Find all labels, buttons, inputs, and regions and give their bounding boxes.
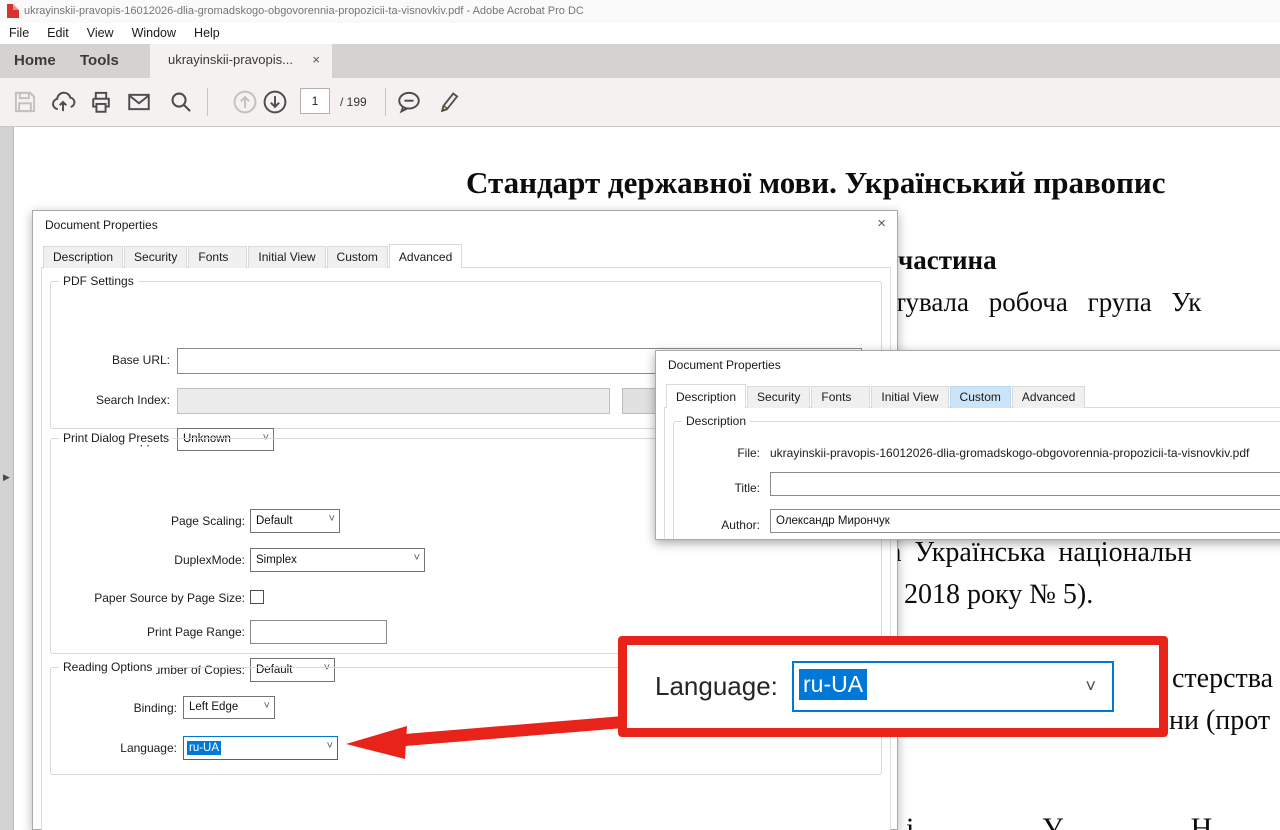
file-value: ukrayinskii-pravopis-16012026-dlia-groma…: [770, 446, 1249, 460]
page-number-input[interactable]: 1: [300, 88, 330, 114]
callout-language-combobox[interactable]: ru-UA ˅: [792, 661, 1114, 712]
app-tab-bar: Home Tools ukrayinskii-pravopis... ×: [0, 44, 1280, 78]
previous-page-icon[interactable]: [232, 89, 258, 115]
menu-bar: FileEditViewWindowHelp: [0, 23, 1280, 44]
tab-description[interactable]: Description: [43, 246, 123, 268]
group-legend: Reading Options: [59, 660, 156, 674]
menu-view[interactable]: View: [78, 26, 123, 40]
pdf-text-fragment: частина: [898, 245, 997, 276]
base-url-label: Base URL:: [42, 353, 170, 367]
tab-document[interactable]: ukrayinskii-pravopis... ×: [150, 44, 332, 78]
author-label: Author:: [665, 518, 760, 532]
binding-dropdown[interactable]: Left Edge ˅: [183, 696, 275, 719]
binding-label: Binding:: [42, 701, 177, 715]
duplex-value: Simplex: [256, 554, 297, 566]
search-index-input: [177, 388, 610, 414]
chevron-down-icon: ˅: [327, 735, 333, 757]
window-title: ukrayinskii-pravopis-16012026-dlia-groma…: [24, 5, 584, 17]
pdf-heading: Стандарт державної мови. Український пра…: [466, 165, 1165, 201]
toolbar-separator: [385, 88, 386, 116]
menu-window[interactable]: Window: [123, 26, 185, 40]
dialog-title: Document Properties: [668, 358, 781, 372]
language-combobox[interactable]: ru-UA ˅: [183, 736, 338, 760]
acrobat-pdf-icon: [7, 4, 19, 18]
language-label: Language:: [42, 741, 177, 755]
search-icon[interactable]: [168, 89, 194, 115]
pdf-text-fragment: а Українська національн: [889, 537, 1192, 569]
next-page-icon[interactable]: [262, 89, 288, 115]
page-scaling-value: Default: [256, 515, 292, 527]
share-upload-icon[interactable]: [50, 89, 76, 115]
pdf-text-fragment: тувала робоча група Ук: [894, 287, 1201, 318]
menu-edit[interactable]: Edit: [38, 26, 78, 40]
email-icon[interactable]: [126, 89, 152, 115]
language-selected-value: ru-UA: [187, 741, 221, 755]
save-icon[interactable]: [12, 89, 38, 115]
tab-fonts[interactable]: Fonts: [188, 246, 247, 268]
tab-tools[interactable]: Tools: [80, 44, 119, 78]
chevron-down-icon: ˅: [1085, 676, 1096, 697]
close-tab-icon[interactable]: ×: [312, 52, 320, 67]
callout-language-value: ru-UA: [799, 669, 867, 700]
author-input[interactable]: Олександр Мирончук: [770, 509, 1280, 533]
tab-initial-view[interactable]: Initial View: [248, 246, 325, 268]
print-range-input[interactable]: [250, 620, 387, 644]
tab-custom[interactable]: Custom: [950, 386, 1011, 408]
toolbar-separator: [207, 88, 208, 116]
chevron-down-icon: ˅: [414, 547, 420, 569]
duplex-dropdown[interactable]: Simplex ˅: [250, 548, 425, 572]
page-count-label: / 199: [340, 95, 367, 109]
menu-help[interactable]: Help: [185, 26, 229, 40]
tab-fonts[interactable]: Fonts: [811, 386, 870, 408]
tab-advanced[interactable]: Advanced: [389, 244, 462, 268]
print-icon[interactable]: [88, 89, 114, 115]
file-label: File:: [665, 446, 760, 460]
close-dialog-icon[interactable]: ×: [877, 215, 886, 232]
search-index-label: Search Index:: [42, 393, 170, 407]
tab-security[interactable]: Security: [124, 246, 187, 268]
pdf-text-fragment: і У Н: [906, 812, 1212, 830]
comment-icon[interactable]: [396, 89, 422, 115]
tab-initial-view[interactable]: Initial View: [871, 386, 948, 408]
acrobat-window: ukrayinskii-pravopis-16012026-dlia-groma…: [0, 0, 1280, 830]
tab-security[interactable]: Security: [747, 386, 810, 408]
quick-toolbar: 1 / 199: [0, 78, 1280, 127]
group-legend: PDF Settings: [59, 274, 138, 288]
menu-file[interactable]: File: [0, 26, 38, 40]
chevron-down-icon: ˅: [264, 695, 270, 716]
dialog-title: Document Properties: [45, 218, 158, 232]
document-properties-dialog-description: Document Properties Description Security…: [655, 350, 1280, 540]
tab-home[interactable]: Home: [14, 44, 56, 78]
group-legend: Print Dialog Presets: [59, 431, 173, 445]
page-scaling-dropdown[interactable]: Default ˅: [250, 509, 340, 533]
paper-source-label: Paper Source by Page Size:: [42, 591, 245, 605]
title-input[interactable]: [770, 472, 1280, 496]
dialog-panel: Description File: ukrayinskii-pravopis-1…: [664, 407, 1280, 540]
duplex-label: DuplexMode:: [42, 553, 245, 567]
chevron-down-icon: ˅: [329, 508, 335, 530]
binding-value: Left Edge: [189, 701, 238, 713]
pdf-text-fragment: стерства: [1172, 663, 1273, 695]
language-highlight-callout: Language: ru-UA ˅: [618, 636, 1168, 737]
group-legend: Description: [682, 414, 750, 428]
pdf-text-fragment: ни (прот: [1169, 705, 1270, 737]
tab-description[interactable]: Description: [666, 384, 746, 408]
pdf-text-fragment: 2018 року № 5).: [904, 579, 1093, 611]
dialog-tabstrip: Description Security Fonts Initial View …: [666, 386, 1086, 408]
dialog-tabstrip: Description Security Fonts Initial View …: [43, 246, 463, 268]
callout-language-label: Language:: [655, 671, 778, 702]
document-area: ▶ Стандарт державної мови. Український п…: [0, 127, 1280, 830]
page-scaling-label: Page Scaling:: [42, 514, 245, 528]
paper-source-checkbox[interactable]: [250, 590, 264, 604]
tab-custom[interactable]: Custom: [327, 246, 388, 268]
title-label: Title:: [665, 481, 760, 495]
document-tab-label: ukrayinskii-pravopis...: [168, 52, 293, 67]
highlighter-icon[interactable]: [435, 89, 461, 115]
title-bar: ukrayinskii-pravopis-16012026-dlia-groma…: [0, 0, 1280, 23]
sidebar-expand-icon[interactable]: ▶: [3, 472, 10, 483]
tab-advanced[interactable]: Advanced: [1012, 386, 1085, 408]
print-range-label: Print Page Range:: [42, 625, 245, 639]
